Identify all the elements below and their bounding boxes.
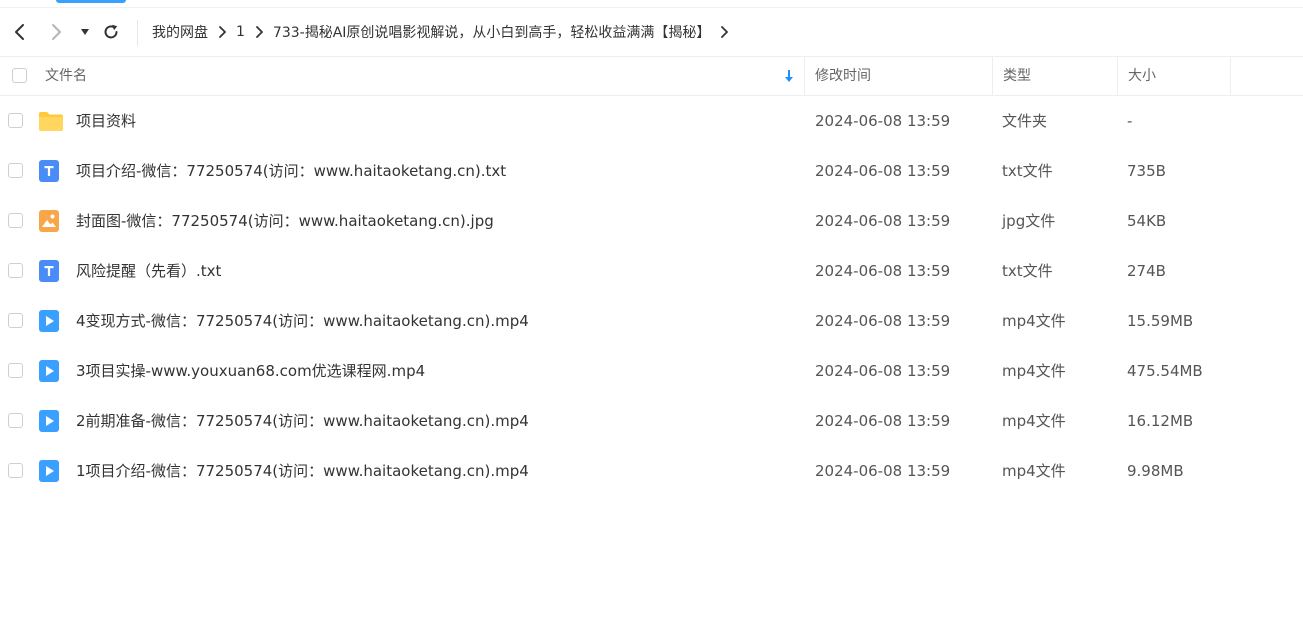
file-modified-time: 2024-06-08 13:59 — [815, 262, 951, 280]
file-modified-time: 2024-06-08 13:59 — [815, 362, 951, 380]
back-button[interactable] — [8, 20, 30, 44]
chevron-right-icon — [52, 24, 61, 40]
file-type: 文件夹 — [1002, 112, 1048, 130]
txt-file-icon — [38, 260, 60, 282]
select-all-checkbox[interactable] — [12, 68, 27, 83]
file-modified-time: 2024-06-08 13:59 — [815, 312, 951, 330]
table-row[interactable]: 4变现方式-微信：77250574(访问：www.haitaoketang.cn… — [0, 296, 1303, 346]
file-size: 54KB — [1127, 212, 1167, 230]
file-type: mp4文件 — [1002, 312, 1066, 330]
file-size: 9.98MB — [1127, 462, 1184, 480]
file-name[interactable]: 1项目介绍-微信：77250574(访问：www.haitaoketang.cn… — [76, 446, 529, 496]
image-file-icon — [38, 210, 60, 232]
file-name[interactable]: 项目资料 — [76, 96, 136, 146]
file-size: 16.12MB — [1127, 412, 1194, 430]
table-row[interactable]: 2前期准备-微信：77250574(访问：www.haitaoketang.cn… — [0, 396, 1303, 446]
file-size: 274B — [1127, 262, 1166, 280]
refresh-icon — [104, 24, 118, 39]
file-name[interactable]: 4变现方式-微信：77250574(访问：www.haitaoketang.cn… — [76, 296, 529, 346]
sort-descending-icon[interactable] — [784, 57, 798, 95]
video-file-icon — [38, 310, 60, 332]
breadcrumb-separator-icon — [218, 26, 226, 38]
row-checkbox[interactable] — [8, 113, 23, 128]
table-row[interactable]: 1项目介绍-微信：77250574(访问：www.haitaoketang.cn… — [0, 446, 1303, 496]
row-checkbox[interactable] — [8, 313, 23, 328]
file-size: - — [1127, 112, 1133, 130]
column-divider[interactable] — [992, 57, 993, 95]
breadcrumb-item-root[interactable]: 我的网盘 — [152, 22, 208, 42]
video-file-icon — [38, 460, 60, 482]
history-dropdown-button[interactable] — [76, 20, 94, 44]
file-name[interactable]: 3项目实操-www.youxuan68.com优选课程网.mp4 — [76, 346, 425, 396]
folder-icon — [38, 110, 63, 132]
column-divider[interactable] — [1230, 57, 1231, 95]
row-checkbox[interactable] — [8, 163, 23, 178]
column-header-name[interactable]: 文件名 — [45, 57, 87, 95]
file-type: mp4文件 — [1002, 362, 1066, 380]
file-type: mp4文件 — [1002, 462, 1066, 480]
file-modified-time: 2024-06-08 13:59 — [815, 212, 951, 230]
breadcrumb-separator-icon — [255, 26, 263, 38]
file-modified-time: 2024-06-08 13:59 — [815, 162, 951, 180]
table-row[interactable]: 3项目实操-www.youxuan68.com优选课程网.mp4 2024-06-… — [0, 346, 1303, 396]
table-row[interactable]: 风险提醒（先看）.txt 2024-06-08 13:59 txt文件 274B — [0, 246, 1303, 296]
caret-down-icon — [81, 29, 89, 35]
table-row[interactable]: 项目资料 2024-06-08 13:59 文件夹 - — [0, 96, 1303, 146]
file-modified-time: 2024-06-08 13:59 — [815, 412, 951, 430]
file-type: txt文件 — [1002, 162, 1053, 180]
column-header-type[interactable]: 类型 — [1003, 57, 1031, 95]
forward-button[interactable] — [46, 20, 68, 44]
file-size: 15.59MB — [1127, 312, 1194, 330]
video-file-icon — [38, 360, 60, 382]
breadcrumb-expand-icon[interactable] — [720, 26, 729, 38]
row-checkbox[interactable] — [8, 363, 23, 378]
row-checkbox[interactable] — [8, 213, 23, 228]
file-size: 475.54MB — [1127, 362, 1203, 380]
breadcrumb: 我的网盘 1 733-揭秘AI原创说唱影视解说，从小白到高手，轻松收益满满【揭秘… — [152, 8, 738, 56]
table-row[interactable]: 项目介绍-微信：77250574(访问：www.haitaoketang.cn)… — [0, 146, 1303, 196]
file-modified-time: 2024-06-08 13:59 — [815, 462, 951, 480]
txt-file-icon — [38, 160, 60, 182]
video-file-icon — [38, 410, 60, 432]
file-name[interactable]: 2前期准备-微信：77250574(访问：www.haitaoketang.cn… — [76, 396, 529, 446]
row-checkbox[interactable] — [8, 413, 23, 428]
file-type: mp4文件 — [1002, 412, 1066, 430]
file-name[interactable]: 封面图-微信：77250574(访问：www.haitaoketang.cn).… — [76, 196, 494, 246]
breadcrumb-item-current[interactable]: 733-揭秘AI原创说唱影视解说，从小白到高手，轻松收益满满【揭秘】 — [273, 22, 710, 42]
table-header: 文件名 修改时间 类型 大小 — [0, 57, 1303, 96]
refresh-button[interactable] — [100, 20, 122, 44]
column-divider[interactable] — [1117, 57, 1118, 95]
file-type: jpg文件 — [1002, 212, 1056, 230]
file-name[interactable]: 风险提醒（先看）.txt — [76, 246, 221, 296]
table-row[interactable]: 封面图-微信：77250574(访问：www.haitaoketang.cn).… — [0, 196, 1303, 246]
row-checkbox[interactable] — [8, 263, 23, 278]
column-header-size[interactable]: 大小 — [1128, 57, 1156, 95]
file-size: 735B — [1127, 162, 1166, 180]
active-tab-indicator — [56, 0, 126, 3]
row-checkbox[interactable] — [8, 463, 23, 478]
column-divider[interactable] — [804, 57, 805, 95]
file-type: txt文件 — [1002, 262, 1053, 280]
column-header-modified[interactable]: 修改时间 — [815, 57, 871, 95]
navigation-bar: 我的网盘 1 733-揭秘AI原创说唱影视解说，从小白到高手，轻松收益满满【揭秘… — [0, 7, 1303, 57]
breadcrumb-item-1[interactable]: 1 — [236, 24, 245, 40]
file-name[interactable]: 项目介绍-微信：77250574(访问：www.haitaoketang.cn)… — [76, 146, 506, 196]
nav-divider — [137, 20, 138, 46]
file-modified-time: 2024-06-08 13:59 — [815, 112, 951, 130]
chevron-left-icon — [15, 24, 24, 40]
